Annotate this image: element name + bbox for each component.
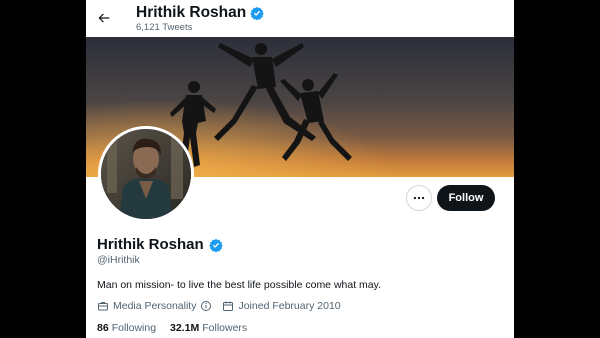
more-options-button[interactable] (406, 185, 432, 211)
category-item: Media Personality (97, 300, 212, 312)
header-title: Hrithik Roshan (136, 4, 265, 22)
joined-date: Joined February 2010 (238, 300, 341, 312)
profile-name: Hrithik Roshan (97, 236, 223, 253)
verified-badge-icon (208, 238, 223, 252)
back-button[interactable] (94, 7, 114, 29)
follow-button[interactable]: Follow (437, 185, 495, 211)
verified-badge-icon (250, 6, 265, 20)
profile-panel: Hrithik Roshan 6,121 Tweets Follow Hrith… (86, 0, 514, 338)
following-count: 86 (97, 322, 109, 334)
arrow-left-icon (98, 13, 110, 23)
profile-display-name: Hrithik Roshan (97, 236, 204, 253)
calendar-icon (223, 301, 234, 311)
more-horizontal-icon (413, 196, 425, 200)
followers-count: 32.1M (170, 322, 200, 334)
header-name: Hrithik Roshan (136, 4, 247, 21)
category-label: Media Personality (113, 300, 197, 312)
tweet-count: 6,121 Tweets (136, 22, 193, 33)
followers-label: Followers (202, 322, 248, 334)
briefcase-icon (98, 302, 108, 311)
profile-handle: @iHrithik (97, 254, 140, 266)
info-icon[interactable] (200, 300, 212, 312)
profile-header-bar: Hrithik Roshan 6,121 Tweets (86, 0, 514, 36)
profile-meta: Media Personality Joined February 2010 (97, 300, 351, 312)
following-link[interactable]: 86 Following (97, 322, 156, 334)
follow-stats: 86 Following 32.1M Followers (97, 322, 261, 334)
following-label: Following (111, 322, 157, 334)
profile-bio: Man on mission- to live the best life po… (97, 279, 382, 291)
followers-link[interactable]: 32.1M Followers (170, 322, 247, 334)
avatar[interactable] (98, 126, 194, 222)
joined-item: Joined February 2010 (222, 300, 341, 312)
